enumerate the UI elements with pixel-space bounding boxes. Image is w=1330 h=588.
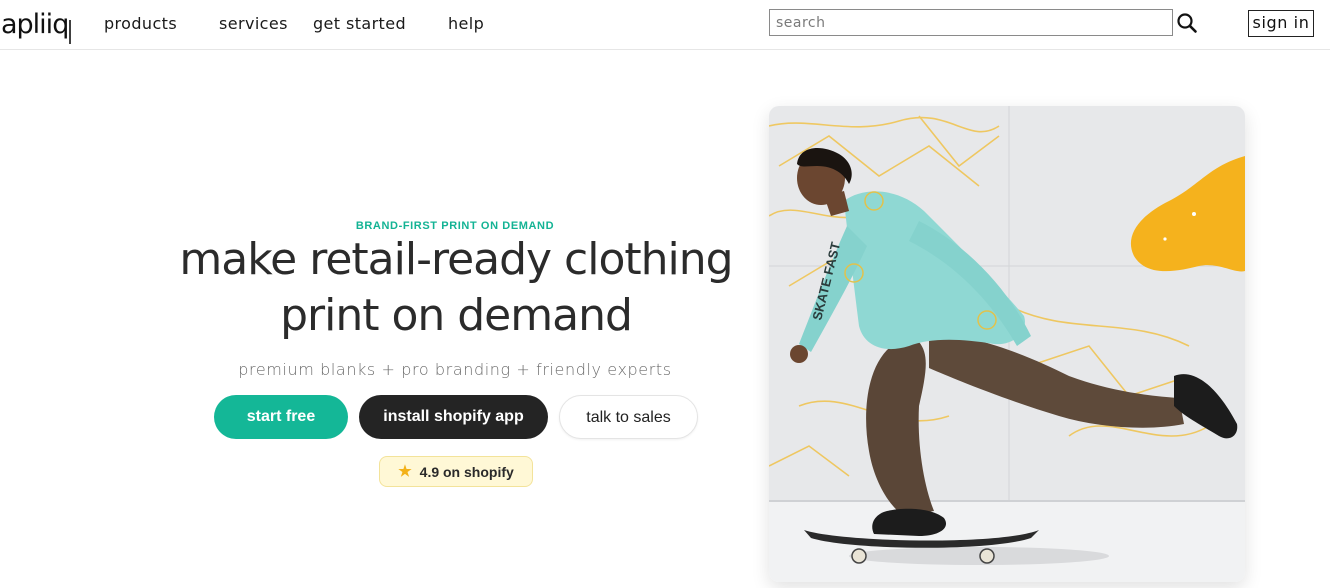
nav-get-started[interactable]: get started xyxy=(313,14,406,33)
search-input[interactable] xyxy=(769,9,1173,36)
svg-text:apliiq: apliiq xyxy=(1,9,68,40)
nav-help[interactable]: help xyxy=(448,14,484,33)
site-header: apliiq products services get started hel… xyxy=(0,0,1330,50)
nav-products[interactable]: products xyxy=(104,14,177,33)
hero-subline: premium blanks + pro branding + friendly… xyxy=(238,360,672,379)
apliiq-logo[interactable]: apliiq xyxy=(0,0,74,48)
headline-line-2: print on demand xyxy=(280,290,633,341)
install-shopify-app-button[interactable]: install shopify app xyxy=(359,395,548,439)
search-icon[interactable] xyxy=(1176,12,1198,34)
hero-image-skateboarder: SKATE FAST xyxy=(769,106,1245,582)
rating-text: 4.9 on shopify xyxy=(419,463,514,480)
start-free-button[interactable]: start free xyxy=(214,395,348,439)
hero-headline: make retail-ready clothing print on dema… xyxy=(150,232,762,344)
star-icon: ★ xyxy=(398,463,412,480)
talk-to-sales-button[interactable]: talk to sales xyxy=(559,395,698,439)
sign-in-button[interactable]: sign in xyxy=(1248,10,1314,37)
hero-eyebrow: BRAND-FIRST PRINT ON DEMAND xyxy=(355,220,555,232)
nav-services[interactable]: services xyxy=(219,14,288,33)
headline-line-1: make retail-ready clothing xyxy=(179,234,733,285)
shopify-rating-badge: ★ 4.9 on shopify xyxy=(379,456,533,487)
